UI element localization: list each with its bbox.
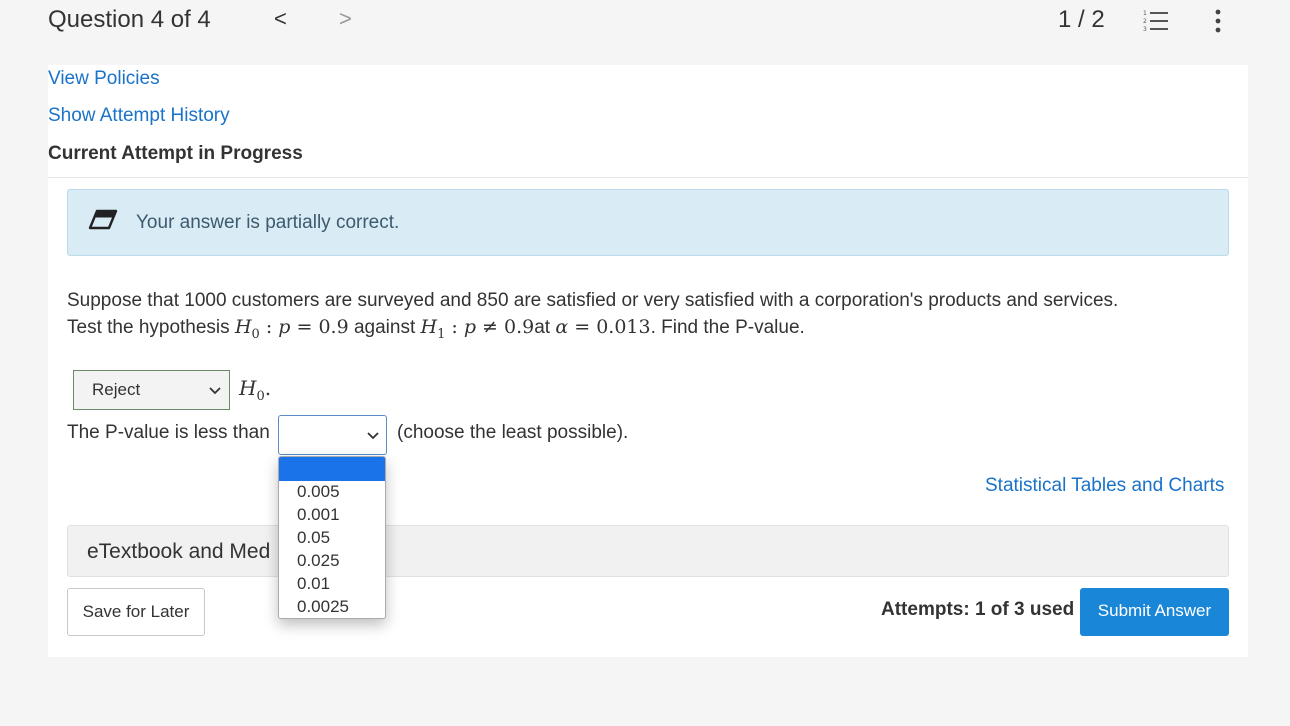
- feedback-text: Your answer is partially correct.: [136, 212, 400, 233]
- decision-select-value: Reject: [92, 380, 141, 399]
- question-counter: Question 4 of 4: [48, 6, 211, 33]
- page-indicator: 1 / 2: [1058, 6, 1105, 33]
- h0-label: H0.: [239, 376, 272, 404]
- dropdown-option[interactable]: 0.025: [297, 551, 340, 571]
- svg-text:2: 2: [1143, 18, 1147, 25]
- alternative-hypothesis-math: H1 : p ≠ 0.9: [420, 316, 535, 342]
- more-options-icon[interactable]: [1208, 8, 1228, 34]
- next-question-button[interactable]: >: [339, 6, 352, 32]
- chevron-down-icon: [209, 387, 221, 395]
- dropdown-option[interactable]: 0.05: [297, 528, 330, 548]
- dropdown-option[interactable]: 0.001: [297, 505, 340, 525]
- choose-note: (choose the least possible).: [397, 422, 629, 443]
- pvalue-select[interactable]: [278, 415, 387, 455]
- pvalue-options-list[interactable]: 0.005 0.001 0.05 0.025 0.01 0.0025: [278, 456, 386, 619]
- pvalue-label: The P-value is less than: [67, 422, 270, 443]
- view-policies-link[interactable]: View Policies: [48, 68, 160, 90]
- submit-answer-button[interactable]: Submit Answer: [1080, 588, 1229, 636]
- dropdown-option[interactable]: 0.0025: [297, 597, 349, 617]
- numbered-list-icon[interactable]: 1 2 3: [1143, 8, 1169, 32]
- question-panel: View Policies Show Attempt History Curre…: [48, 65, 1248, 657]
- etextbook-section[interactable]: eTextbook and Med: [67, 525, 1229, 577]
- dropdown-option[interactable]: 0.005: [297, 482, 340, 502]
- divider: [48, 177, 1248, 178]
- dropdown-option[interactable]: 0.01: [297, 574, 330, 594]
- eraser-icon: [88, 209, 118, 230]
- attempts-count: Attempts: 1 of 3 used: [881, 599, 1075, 620]
- svg-text:1: 1: [1143, 10, 1147, 17]
- save-for-later-button[interactable]: Save for Later: [67, 588, 205, 636]
- top-bar: Question 4 of 4 < > 1 / 2 1 2 3: [0, 0, 1290, 44]
- alpha-math: α = 0.013: [555, 316, 651, 338]
- question-text: Suppose that 1000 customers are surveyed…: [67, 287, 1217, 348]
- null-hypothesis-math: H0 : p = 0.9: [234, 316, 349, 342]
- etextbook-label: eTextbook and Med: [87, 540, 271, 563]
- chevron-down-icon: [367, 432, 379, 440]
- attempt-history-link[interactable]: Show Attempt History: [48, 105, 230, 127]
- question-line-2: Test the hypothesis H0 : p = 0.9 against…: [67, 316, 805, 342]
- dropdown-option-blank[interactable]: [279, 457, 385, 481]
- question-line-1: Suppose that 1000 customers are surveyed…: [67, 290, 1119, 311]
- decision-select[interactable]: Reject: [73, 370, 230, 410]
- attempt-status: Current Attempt in Progress: [48, 143, 303, 164]
- feedback-banner: Your answer is partially correct.: [67, 189, 1229, 256]
- previous-question-button[interactable]: <: [274, 6, 287, 32]
- svg-text:3: 3: [1143, 26, 1147, 32]
- statistical-tables-link[interactable]: Statistical Tables and Charts: [985, 475, 1224, 497]
